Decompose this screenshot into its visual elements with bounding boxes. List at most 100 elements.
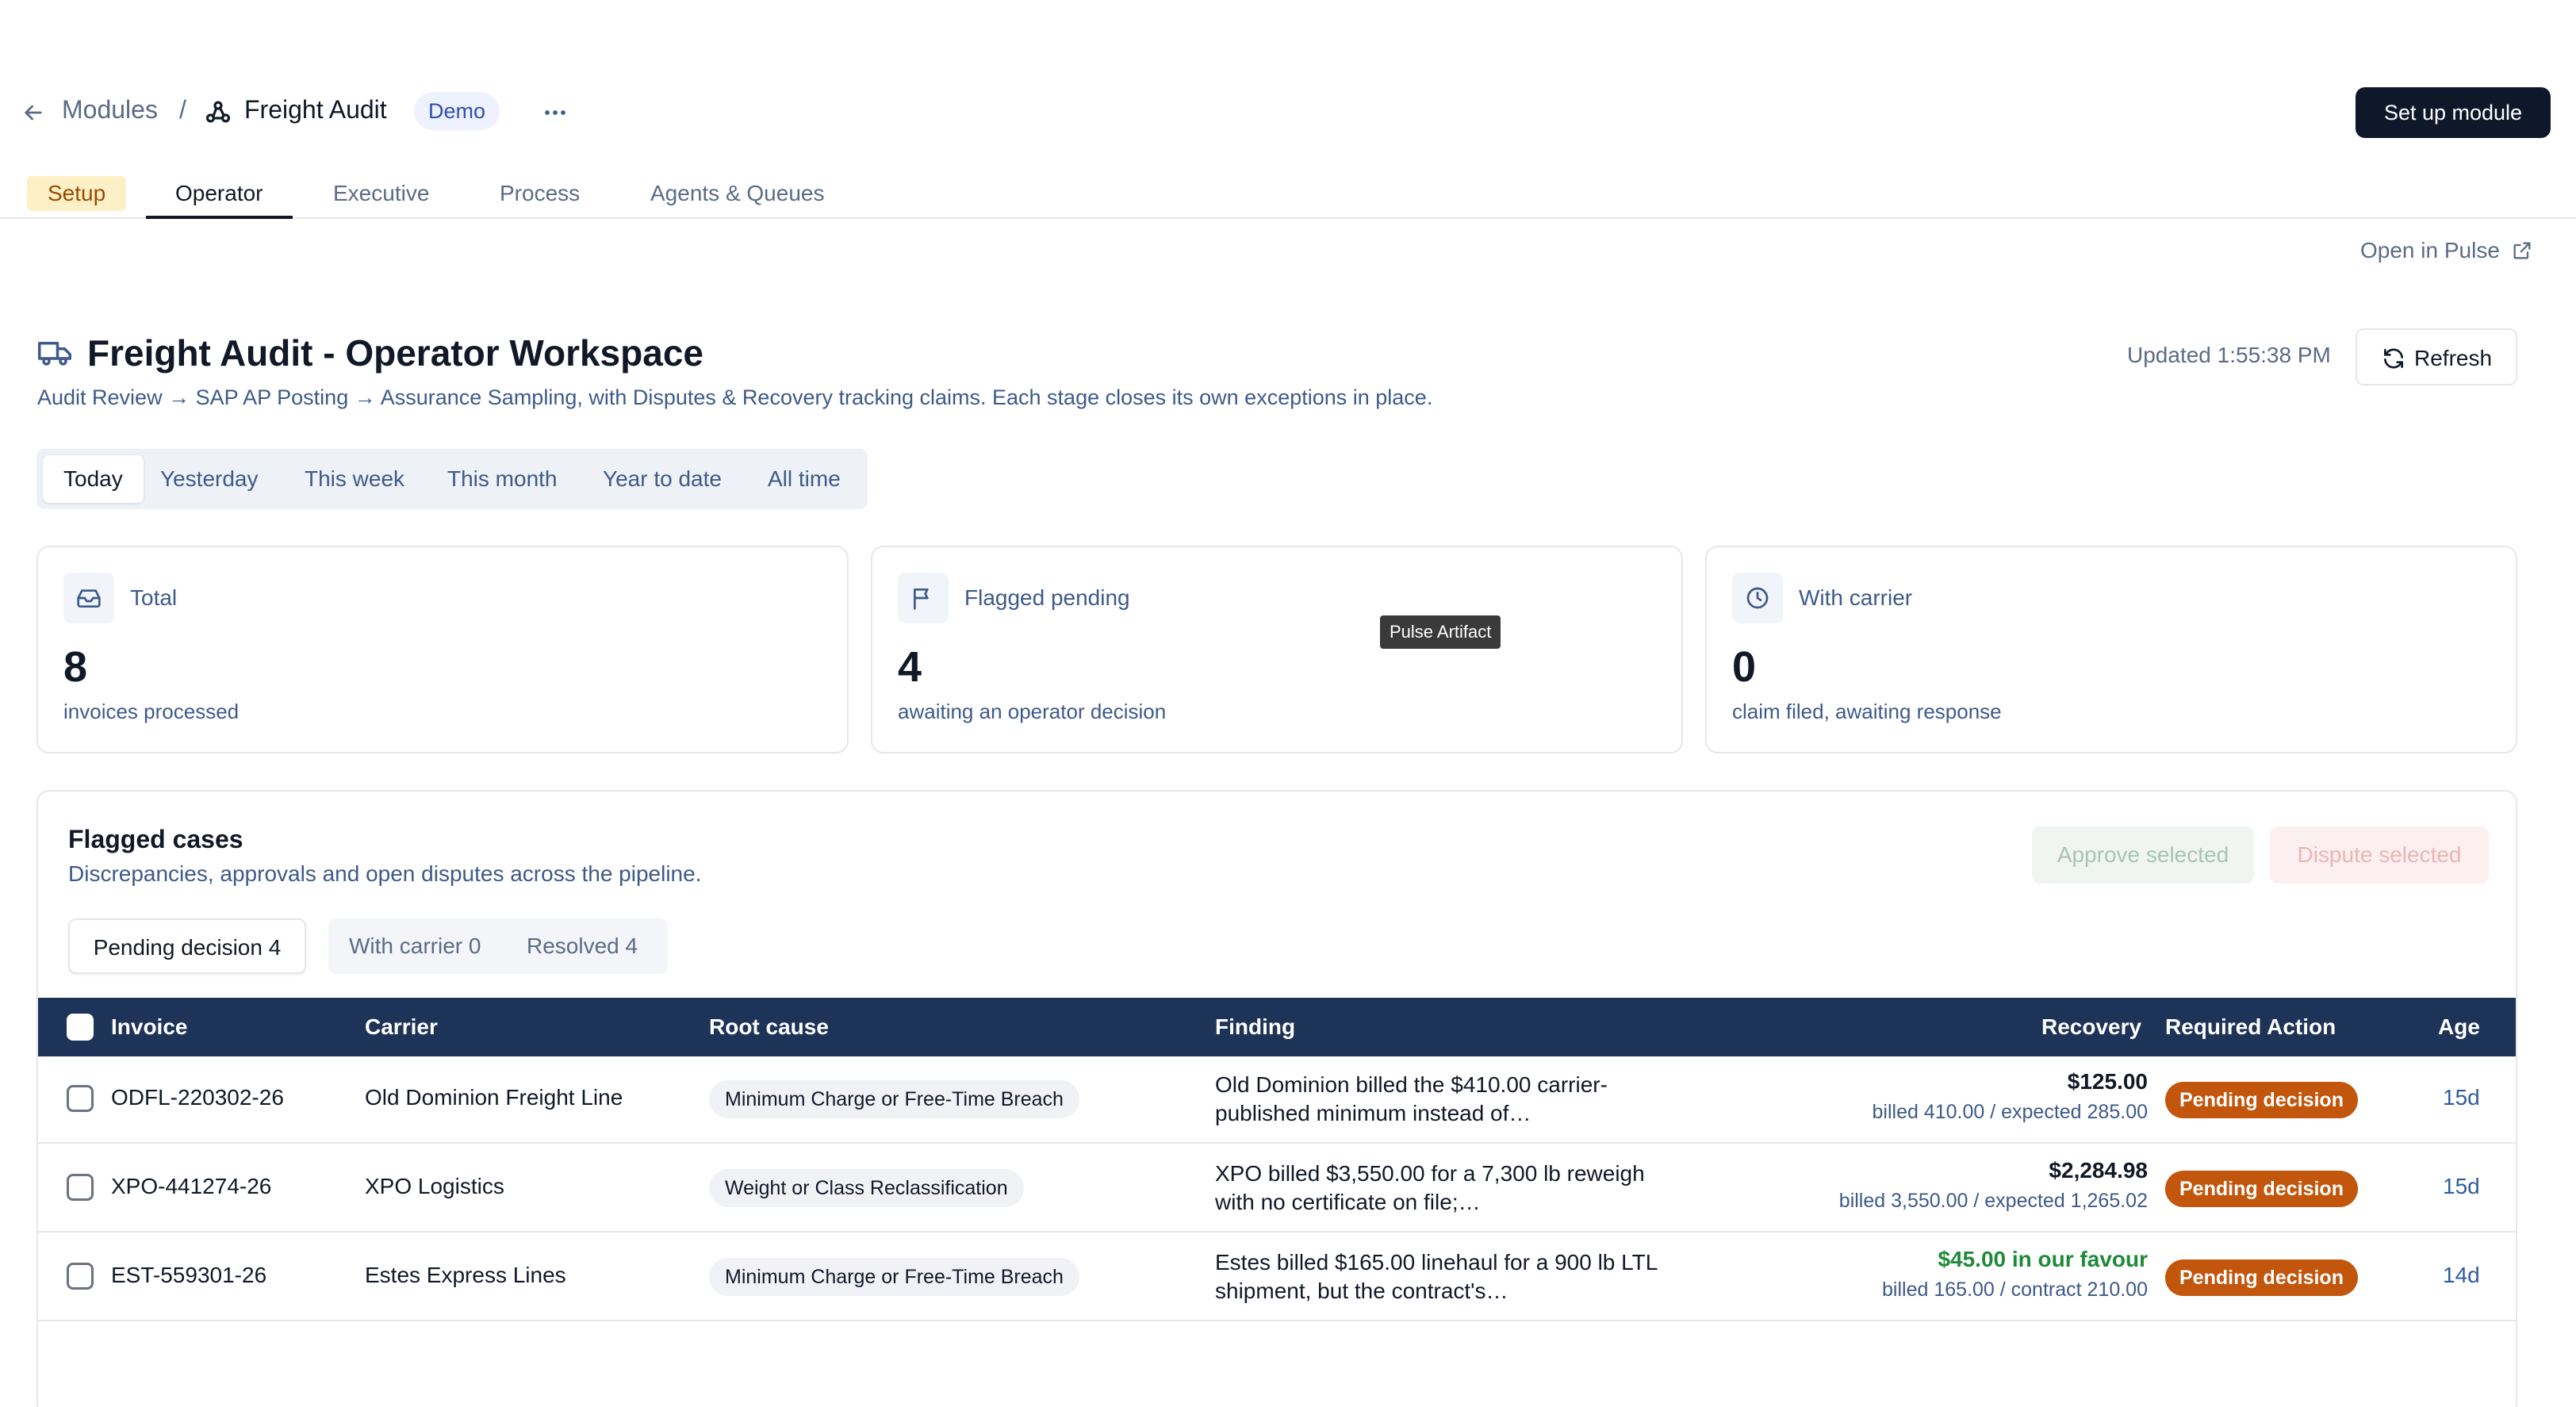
arrow-left-icon[interactable] <box>21 100 46 125</box>
tab-setup[interactable]: Setup <box>27 176 127 211</box>
root-cause-pill: Minimum Charge or Free-Time Breach <box>709 1258 1079 1296</box>
finding-text: XPO billed $3,550.00 for a 7,300 lb rewe… <box>1215 1161 1645 1214</box>
flagged-cases-panel: Flagged cases Discrepancies, approvals a… <box>36 790 2517 1407</box>
approve-selected-button[interactable]: Approve selected <box>2032 826 2254 884</box>
carrier-name: Old Dominion Freight Line <box>365 1085 623 1110</box>
breadcrumb-separator: / <box>179 95 186 124</box>
invoice-id[interactable]: XPO-441274-26 <box>111 1174 271 1199</box>
refresh-button[interactable]: Refresh <box>2356 328 2517 385</box>
select-all-checkbox[interactable] <box>67 1014 94 1041</box>
breadcrumb-modules[interactable]: Modules <box>62 95 158 125</box>
carrier-name: XPO Logistics <box>365 1174 504 1198</box>
stat-value: 0 <box>1732 643 1757 691</box>
tab-executive[interactable]: Executive <box>333 170 429 217</box>
workflow-icon <box>205 101 231 123</box>
column-recovery[interactable]: Recovery <box>2041 998 2141 1056</box>
demo-badge: Demo <box>414 92 500 130</box>
inbox-icon <box>77 589 101 608</box>
column-carrier[interactable]: Carrier <box>365 998 438 1056</box>
more-horizontal-icon[interactable] <box>539 97 571 128</box>
pulse-artifact-tooltip: Pulse Artifact <box>1380 615 1501 649</box>
period-this-month[interactable]: This month <box>447 455 558 503</box>
stat-description: claim filed, awaiting response <box>1732 700 2002 723</box>
period-this-week[interactable]: This week <box>305 455 404 503</box>
root-cause-pill: Minimum Charge or Free-Time Breach <box>709 1080 1079 1118</box>
stat-label: With carrier <box>1799 585 1913 610</box>
column-root-cause[interactable]: Root cause <box>709 998 829 1056</box>
age-value: 15d <box>2443 1174 2480 1198</box>
age-value: 15d <box>2443 1085 2480 1110</box>
page-title: Freight Audit - Operator Workspace <box>87 332 703 374</box>
top-bar: Modules / Freight Audit Demo Set up modu… <box>0 87 2576 138</box>
stat-value: 8 <box>63 643 88 691</box>
finding-text: Old Dominion billed the $410.00 carrier-… <box>1215 1072 1608 1125</box>
open-in-pulse-label: Open in Pulse <box>2360 238 2500 263</box>
set-up-module-button[interactable]: Set up module <box>2356 87 2551 138</box>
tab-operator[interactable]: Operator <box>146 170 293 219</box>
stat-icon-box <box>63 573 114 623</box>
table-row[interactable]: ODFL-220302-26 Old Dominion Freight Line… <box>38 1056 2516 1144</box>
status-badge: Pending decision <box>2165 1259 2358 1296</box>
recovery-detail: billed 165.00 / contract 210.00 <box>1882 1279 2148 1301</box>
stat-description: awaiting an operator decision <box>898 700 1167 723</box>
period-all-time[interactable]: All time <box>768 455 841 503</box>
recovery-detail: billed 410.00 / expected 285.00 <box>1872 1101 2149 1123</box>
tab-process[interactable]: Process <box>500 170 580 217</box>
invoice-id[interactable]: ODFL-220302-26 <box>111 1085 284 1110</box>
flag-icon <box>914 588 929 610</box>
subtab-with-carrier[interactable]: With carrier 0 <box>349 918 481 974</box>
subtab-resolved[interactable]: Resolved 4 <box>527 918 638 974</box>
stat-label: Flagged pending <box>964 585 1130 610</box>
period-today[interactable]: Today <box>43 455 144 503</box>
truck-icon <box>38 342 71 366</box>
stat-icon-box <box>1732 573 1783 623</box>
recovery-detail: billed 3,550.00 / expected 1,265.02 <box>1838 1190 2148 1212</box>
flagged-cases-subtitle: Discrepancies, approvals and open disput… <box>68 861 702 886</box>
module-tabs: Setup Operator Executive Process Agents … <box>0 170 2576 219</box>
period-selector: Today Yesterday This week This month Yea… <box>36 449 868 509</box>
row-checkbox[interactable] <box>67 1263 94 1290</box>
table-row[interactable]: XPO-441274-26 XPO Logistics Weight or Cl… <box>38 1145 2516 1233</box>
clock-icon <box>1746 587 1769 609</box>
recovery-amount: $2,284.98 <box>2049 1158 2148 1183</box>
column-finding[interactable]: Finding <box>1215 998 1295 1056</box>
period-year-to-date[interactable]: Year to date <box>603 455 722 503</box>
open-in-pulse-link[interactable]: Open in Pulse <box>2360 238 2531 263</box>
refresh-label: Refresh <box>2414 346 2493 370</box>
recovery-amount: $45.00 in our favour <box>1938 1247 2148 1271</box>
finding-text: Estes billed $165.00 linehaul for a 900 … <box>1215 1250 1658 1303</box>
column-invoice[interactable]: Invoice <box>111 998 187 1056</box>
tab-agents-queues[interactable]: Agents & Queues <box>650 170 824 217</box>
table-row[interactable]: EST-559301-26 Estes Express Lines Minimu… <box>38 1234 2516 1321</box>
stat-description: invoices processed <box>63 700 240 723</box>
invoice-id[interactable]: EST-559301-26 <box>111 1263 266 1288</box>
subtab-group: With carrier 0 Resolved 4 <box>328 918 668 974</box>
stat-label: Total <box>130 585 178 610</box>
page-subtitle: Audit Review → SAP AP Posting → Assuranc… <box>37 385 1433 409</box>
carrier-name: Estes Express Lines <box>365 1263 566 1287</box>
stat-card-flagged-pending: Flagged pending 4 awaiting an operator d… <box>871 546 1683 753</box>
age-value: 14d <box>2443 1263 2480 1287</box>
external-link-icon <box>2513 242 2531 259</box>
flagged-cases-title: Flagged cases <box>68 825 243 853</box>
stat-icon-box <box>898 573 949 623</box>
period-yesterday[interactable]: Yesterday <box>160 455 259 503</box>
page: Modules / Freight Audit Demo Set up modu… <box>0 0 2576 1407</box>
row-checkbox[interactable] <box>67 1085 94 1112</box>
status-badge: Pending decision <box>2165 1171 2358 1207</box>
row-checkbox[interactable] <box>67 1174 94 1201</box>
dispute-selected-button[interactable]: Dispute selected <box>2270 826 2489 884</box>
updated-timestamp: Updated 1:55:38 PM <box>2127 343 2331 367</box>
table-header: Invoice Carrier Root cause Finding Recov… <box>38 998 2516 1056</box>
stat-value: 4 <box>898 643 922 691</box>
recovery-amount: $125.00 <box>2067 1069 2148 1094</box>
column-required-action[interactable]: Required Action <box>2165 998 2336 1056</box>
module-title: Freight Audit <box>244 95 387 124</box>
root-cause-pill: Weight or Class Reclassification <box>709 1169 1024 1207</box>
stat-card-total: Total 8 invoices processed <box>36 546 849 753</box>
status-badge: Pending decision <box>2165 1082 2358 1118</box>
subtab-pending-decision[interactable]: Pending decision 4 <box>68 918 306 974</box>
case-status-tabs: Pending decision 4 With carrier 0 Resolv… <box>68 918 684 974</box>
column-age[interactable]: Age <box>2438 998 2480 1056</box>
refresh-icon <box>2384 348 2403 369</box>
